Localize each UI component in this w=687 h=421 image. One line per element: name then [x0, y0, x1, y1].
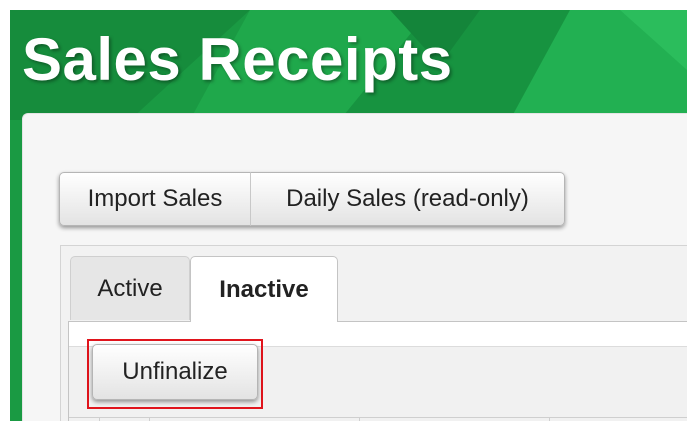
daily-sales-button[interactable]: Daily Sales (read-only)	[251, 172, 565, 226]
tabs-container: Active Inactive Unfinalize	[60, 245, 687, 421]
tab-inactive[interactable]: Inactive	[190, 256, 338, 322]
app-window: Sales Receipts Import Sales Daily Sales …	[10, 10, 687, 421]
tab-active[interactable]: Active	[70, 256, 190, 320]
tab-toolbar: Unfinalize	[69, 339, 687, 421]
page-title: Sales Receipts	[22, 26, 453, 93]
content-panel: Import Sales Daily Sales (read-only) Act…	[22, 113, 687, 421]
tab-panel-inactive: Unfinalize	[68, 321, 687, 421]
table-header-edge	[69, 417, 687, 421]
import-sales-button[interactable]: Import Sales	[59, 172, 251, 226]
unfinalize-button[interactable]: Unfinalize	[92, 344, 258, 400]
action-button-group: Import Sales Daily Sales (read-only)	[59, 172, 565, 226]
